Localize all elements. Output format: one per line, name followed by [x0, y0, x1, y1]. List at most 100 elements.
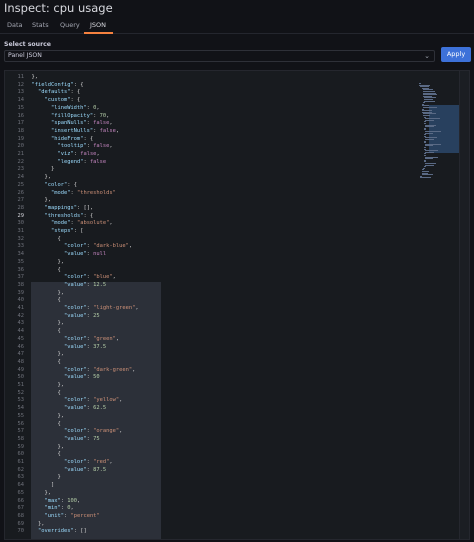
line-number: 62 [17, 466, 25, 473]
code-line: "viz": false, [57, 151, 100, 157]
tab-json[interactable]: JSON [90, 21, 106, 29]
code-line: "overrides": [] [37, 528, 87, 535]
code-line: }, [57, 351, 64, 358]
line-number: 22 [17, 158, 25, 165]
code-line: "tooltip": false, [57, 143, 113, 150]
line-number: 59 [17, 443, 25, 450]
code-line: "thresholds": { [44, 212, 94, 219]
line-number: 60 [17, 451, 25, 458]
code-line: "mode": "absolute", [50, 220, 113, 227]
code-line: { [57, 358, 61, 365]
chevron-down-icon: ⌄ [424, 52, 430, 60]
code-line: } [57, 474, 61, 481]
code-line: }, [37, 520, 45, 527]
line-number: 18 [17, 127, 25, 134]
line-number: 23 [17, 166, 25, 173]
code-line: "value": 62.5 [63, 405, 107, 412]
line-number: 31 [17, 228, 25, 234]
line-number: 27 [17, 197, 25, 204]
line-number: 14 [17, 97, 25, 104]
line-number: 70 [17, 528, 25, 535]
code-line: "value": 37.5 [63, 343, 107, 350]
tab-stats[interactable]: Stats [32, 21, 49, 29]
line-number: 19 [17, 135, 25, 142]
line-number: 63 [17, 474, 25, 481]
code-line: }, [44, 489, 51, 496]
json-editor[interactable]: 11 12 13 14 15 16 17 18 19 20 21 22 23 24 25 26 27 28 29 30… [4, 70, 470, 540]
code-line: "fillOpacity": 70, [50, 112, 110, 119]
minimap[interactable] [415, 71, 461, 539]
code-line: { [57, 420, 61, 427]
code-line: "insertNulls": false, [50, 127, 120, 134]
code-line: { [57, 451, 61, 458]
line-number: 55 [17, 412, 25, 419]
apply-button[interactable]: Apply [441, 47, 471, 62]
minimap-viewport[interactable] [429, 105, 461, 153]
source-select[interactable]: Panel JSON ⌄ [4, 50, 435, 62]
code-line: { [57, 389, 61, 396]
code-line: "defaults": { [37, 89, 81, 96]
tab-data[interactable]: Data [7, 21, 23, 29]
code-line: } [50, 166, 55, 173]
line-number: 17 [17, 120, 25, 127]
line-number: 28 [17, 204, 25, 211]
code-line: "color": "yellow", [63, 397, 123, 404]
line-number: 51 [17, 382, 25, 388]
code-line: }, [57, 443, 64, 450]
line-number: 69 [17, 520, 25, 527]
minimap-line [425, 132, 433, 134]
line-number: 43 [17, 320, 25, 327]
line-number: 38 [17, 281, 25, 288]
line-number: 54 [17, 405, 25, 412]
line-number: 67 [17, 505, 25, 512]
code-line: "hideFrom": { [50, 135, 94, 142]
line-number: 50 [17, 374, 25, 381]
code-line: "color": "dark-blue", [63, 243, 133, 250]
code-line: "value": 87.5 [63, 466, 107, 473]
select-source-label: Select source [4, 41, 52, 48]
minimap-line [425, 158, 433, 160]
line-number: 57 [17, 428, 25, 435]
code-area[interactable]: }, "fieldConfig": { "defaults": { "custo… [25, 71, 414, 539]
line-number: 53 [17, 397, 25, 404]
code-line: "max": 100, [44, 497, 81, 504]
line-number-gutter: 11 12 13 14 15 16 17 18 19 20 21 22 23 24 25 26 27 28 29 30… [5, 71, 25, 539]
line-number: 40 [17, 297, 25, 304]
line-number: 11 [17, 74, 25, 80]
tab-query[interactable]: Query [60, 21, 80, 29]
code-line: }, [57, 382, 64, 388]
line-number: 33 [17, 243, 25, 250]
line-number: 68 [17, 512, 25, 519]
line-number: 45 [17, 335, 25, 342]
code-line: "lineWidth": 0, [50, 104, 100, 111]
vertical-scrollbar[interactable] [459, 71, 469, 539]
code-line: "value": 25 [63, 312, 100, 319]
minimap-line [424, 100, 435, 102]
line-number: 20 [17, 143, 25, 150]
line-number: 29 [17, 212, 25, 219]
line-number: 46 [17, 343, 25, 350]
line-number: 24 [17, 174, 25, 181]
line-number: 12 [17, 81, 25, 88]
code-line: "steps": [ [50, 228, 84, 234]
line-number: 16 [17, 112, 25, 119]
active-tab-indicator [84, 32, 113, 34]
code-line: "fieldConfig": { [31, 81, 84, 88]
modal-header: Inspect: cpu usage [0, 0, 474, 18]
line-number: 41 [17, 305, 25, 311]
code-line: "color": "orange", [63, 428, 123, 435]
code-line: "value": 12.5 [63, 281, 107, 288]
line-number: 66 [17, 497, 25, 504]
line-number: 35 [17, 258, 25, 265]
minimap-line [421, 174, 434, 176]
line-number: 47 [17, 351, 25, 358]
code-line: "color": { [44, 181, 77, 188]
minimap-line [425, 145, 433, 147]
code-line: "mappings": [], [44, 204, 94, 211]
code-line: "color": "red", [63, 459, 113, 465]
line-number: 15 [17, 104, 25, 111]
line-number: 13 [17, 89, 25, 96]
code-line: { [57, 235, 61, 242]
code-line: ] [50, 482, 55, 489]
line-number: 49 [17, 366, 25, 373]
